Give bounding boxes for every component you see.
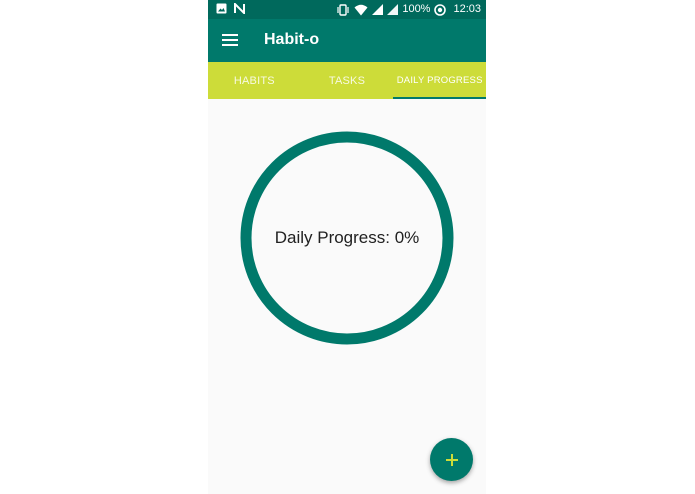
tab-bar: HABITS TASKS DAILY PROGRESS: [208, 62, 486, 99]
nfc-notification-icon: [234, 3, 245, 14]
wifi-icon: [354, 4, 368, 15]
battery-percentage: 100%: [402, 3, 431, 15]
tab-habits[interactable]: HABITS: [208, 62, 301, 99]
cell-signal-icon: [372, 4, 384, 15]
data-saver-icon: [434, 3, 447, 16]
app-title: Habit-o: [264, 31, 320, 48]
daily-progress-label: Daily Progress: 0%: [274, 228, 420, 247]
cell-signal-2-icon: [387, 4, 399, 15]
image-notification-icon: [216, 3, 227, 14]
vibrate-icon: [337, 3, 349, 16]
tab-daily-progress[interactable]: DAILY PROGRESS: [393, 62, 486, 99]
menu-icon[interactable]: [222, 33, 238, 47]
status-clock: 12:03: [453, 3, 481, 15]
add-button[interactable]: [430, 438, 473, 481]
status-indicators: 100% 12:03: [336, 2, 481, 17]
tab-tasks[interactable]: TASKS: [301, 62, 394, 99]
app-bar: Habit-o: [208, 19, 486, 62]
app-screen: 100% 12:03 Habit-o HABITS TASKS DAILY PR…: [208, 0, 486, 494]
status-notifications: [216, 3, 245, 14]
add-icon: [445, 453, 458, 466]
status-bar: 100% 12:03: [208, 0, 486, 19]
